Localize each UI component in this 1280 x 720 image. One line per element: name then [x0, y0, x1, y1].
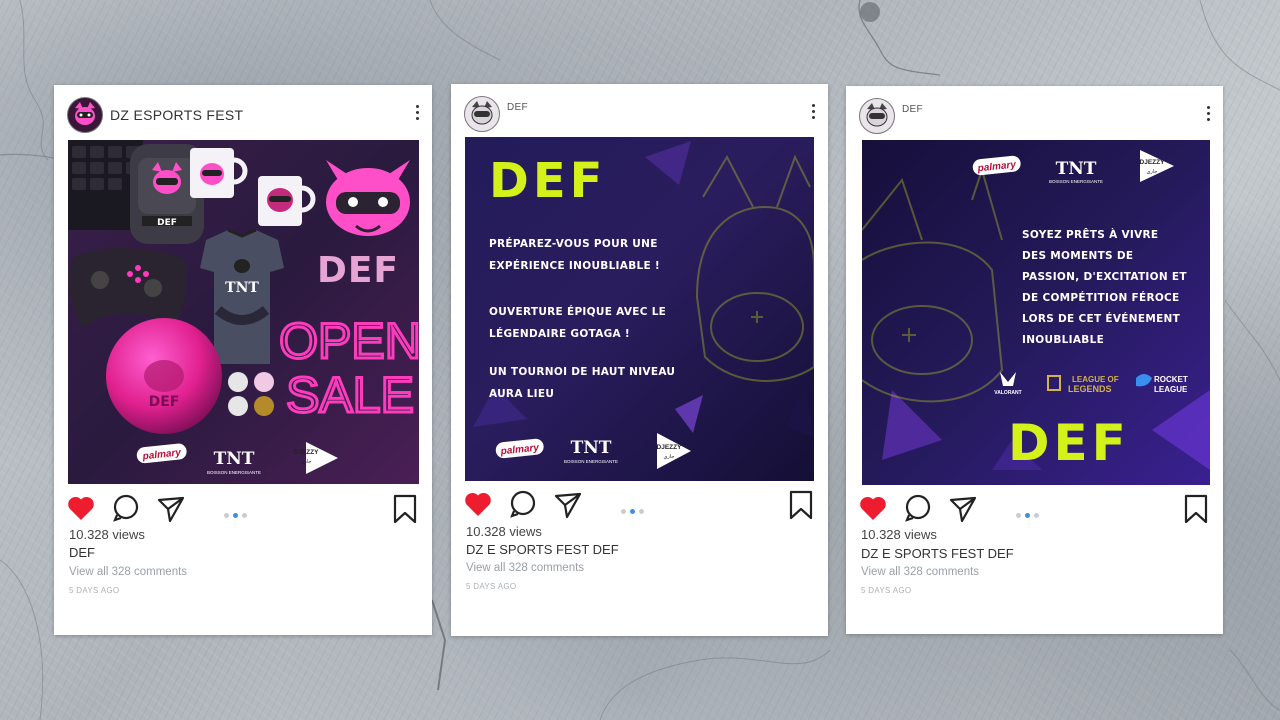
svg-text:UN TOURNOI DE HAUT NIVEAU: UN TOURNOI DE HAUT NIVEAU — [489, 366, 675, 378]
view-comments-link[interactable]: View all 328 comments — [69, 566, 187, 578]
svg-text:INOUBLIABLE: INOUBLIABLE — [1022, 334, 1104, 346]
post-caption: DZ E SPORTS FEST DEF — [466, 542, 619, 557]
svg-text:DEF: DEF — [157, 218, 177, 228]
view-comments-link[interactable]: View all 328 comments — [861, 566, 979, 578]
svg-text:OUVERTURE ÉPIQUE AVEC LE: OUVERTURE ÉPIQUE AVEC LE — [489, 305, 666, 318]
view-comments-link[interactable]: View all 328 comments — [466, 562, 584, 574]
share-icon[interactable] — [948, 494, 978, 524]
profile-avatar[interactable] — [859, 98, 895, 134]
svg-text:AURA LIEU: AURA LIEU — [489, 388, 554, 400]
post-caption: DEF — [69, 545, 95, 560]
post-header: DZ ESPORTS FEST — [54, 85, 432, 141]
svg-text:TNT: TNT — [225, 280, 259, 296]
post-actions — [66, 493, 420, 524]
fox-mascot-graphic — [326, 160, 410, 236]
username[interactable]: DEF — [902, 104, 923, 115]
profile-avatar[interactable] — [464, 96, 500, 132]
views-count: 10.328 views — [861, 527, 937, 542]
svg-text:SOYEZ PRÊTS À VIVRE: SOYEZ PRÊTS À VIVRE — [1022, 228, 1158, 241]
svg-text:DJEZZY: DJEZZY — [657, 444, 683, 451]
fox-logo-icon — [471, 101, 493, 125]
svg-text:جازي: جازي — [301, 459, 312, 465]
svg-text:SALE: SALE — [286, 367, 414, 423]
like-heart-icon[interactable] — [858, 493, 888, 523]
more-options-icon[interactable] — [416, 105, 420, 123]
svg-text:LORS DE CET ÉVÉNEMENT: LORS DE CET ÉVÉNEMENT — [1022, 312, 1181, 325]
svg-text:DEF: DEF — [149, 394, 180, 410]
post-header: DEF — [451, 84, 828, 140]
svg-text:OPEN: OPEN — [279, 313, 419, 369]
post-card-1: DZ ESPORTS FEST DEF DEF TNT DEF OPEN SAL… — [54, 85, 432, 635]
svg-text:ROCKET: ROCKET — [1154, 375, 1188, 384]
carousel-indicator — [621, 501, 661, 514]
svg-text:PASSION, D'EXCITATION ET: PASSION, D'EXCITATION ET — [1022, 271, 1187, 283]
open-sale-neon: OPEN SALE — [278, 312, 419, 425]
post-timestamp: 5 DAYS AGO — [69, 586, 120, 595]
more-options-icon[interactable] — [1207, 106, 1211, 124]
svg-text:LEAGUE OF: LEAGUE OF — [1072, 375, 1119, 384]
svg-text:DEF: DEF — [489, 153, 606, 209]
post-actions — [463, 489, 816, 520]
post-timestamp: 5 DAYS AGO — [466, 582, 517, 591]
like-heart-icon[interactable] — [66, 493, 96, 523]
comment-icon[interactable] — [509, 489, 537, 519]
comment-icon[interactable] — [112, 493, 140, 523]
svg-text:DE COMPÉTITION FÉROCE: DE COMPÉTITION FÉROCE — [1022, 291, 1180, 304]
ball-graphic: DEF — [106, 318, 222, 434]
svg-text:BOISSON ENERGISANTE: BOISSON ENERGISANTE — [207, 470, 261, 475]
post-caption: DZ E SPORTS FEST DEF — [861, 546, 1014, 561]
post-image[interactable]: palmary TNT BOISSON ENERGISANTE DJEZZY ج… — [862, 140, 1210, 485]
svg-text:PRÉPAREZ-VOUS POUR UNE: PRÉPAREZ-VOUS POUR UNE — [489, 237, 658, 250]
username[interactable]: DEF — [507, 102, 528, 113]
svg-text:TNT: TNT — [214, 449, 255, 469]
views-count: 10.328 views — [466, 524, 542, 539]
bookmark-icon[interactable] — [788, 490, 814, 520]
carousel-indicator — [1016, 505, 1056, 518]
post-actions — [858, 493, 1211, 524]
post-card-2: DEF DEF PRÉPAREZ-VOUS POUR UNE EXPÉRIENC… — [451, 84, 828, 636]
svg-text:TNT: TNT — [571, 438, 612, 458]
svg-text:BOISSON ENERGISANTE: BOISSON ENERGISANTE — [564, 459, 618, 464]
svg-text:DJEZZY: DJEZZY — [294, 449, 320, 456]
post-image[interactable]: DEF PRÉPAREZ-VOUS POUR UNE EXPÉRIENCE IN… — [465, 137, 814, 481]
svg-text:جازي: جازي — [1147, 169, 1158, 175]
comment-icon[interactable] — [904, 493, 932, 523]
svg-text:DJEZZY: DJEZZY — [1140, 159, 1166, 166]
post-header: DEF — [846, 86, 1223, 142]
share-icon[interactable] — [553, 490, 583, 520]
svg-text:LEGENDS: LEGENDS — [1068, 384, 1112, 394]
more-options-icon[interactable] — [812, 104, 816, 122]
username[interactable]: DZ ESPORTS FEST — [110, 107, 243, 123]
svg-text:VALORANT: VALORANT — [994, 390, 1021, 396]
fox-logo-icon — [75, 102, 95, 125]
post-timestamp: 5 DAYS AGO — [861, 586, 912, 595]
svg-text:DES MOMENTS DE: DES MOMENTS DE — [1022, 250, 1133, 262]
profile-avatar[interactable] — [67, 97, 103, 133]
svg-text:DEF: DEF — [1008, 414, 1130, 472]
post-card-3: DEF palmary TNT BOISSON ENERGISANTE DJEZ… — [846, 86, 1223, 634]
carousel-indicator — [224, 505, 264, 518]
svg-text:EXPÉRIENCE INOUBLIABLE !: EXPÉRIENCE INOUBLIABLE ! — [489, 259, 660, 272]
svg-text:BOISSON ENERGISANTE: BOISSON ENERGISANTE — [1049, 179, 1103, 184]
svg-text:TNT: TNT — [1056, 159, 1097, 179]
bookmark-icon[interactable] — [1183, 494, 1209, 524]
svg-text:DEF: DEF — [317, 250, 399, 291]
share-icon[interactable] — [156, 494, 186, 524]
bookmark-icon[interactable] — [392, 494, 418, 524]
views-count: 10.328 views — [69, 527, 145, 542]
post-image[interactable]: DEF DEF TNT DEF OPEN SALE palmary TNT BO… — [68, 140, 419, 484]
svg-text:LÉGENDAIRE GOTAGA !: LÉGENDAIRE GOTAGA ! — [489, 327, 630, 340]
svg-text:جازي: جازي — [664, 454, 675, 460]
like-heart-icon[interactable] — [463, 489, 493, 519]
svg-text:LEAGUE: LEAGUE — [1154, 385, 1188, 394]
fox-logo-icon — [866, 103, 888, 127]
